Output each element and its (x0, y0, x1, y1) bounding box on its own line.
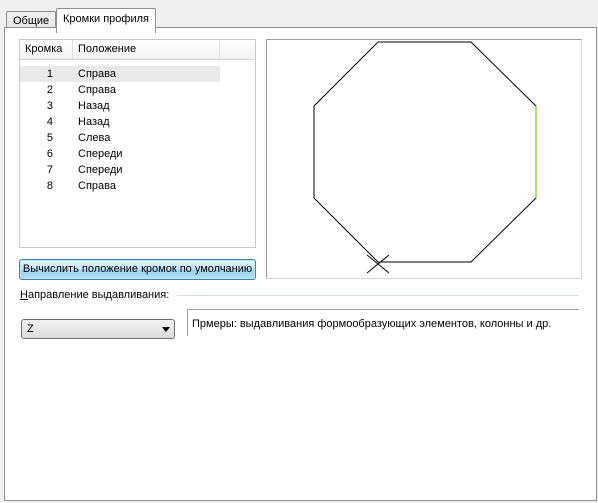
edge-position: Справа (78, 68, 116, 80)
table-row[interactable]: 2 Справа (20, 82, 255, 98)
table-row[interactable]: 8 Справа (20, 178, 255, 194)
column-header-position[interactable]: Положение (73, 40, 220, 60)
table-row[interactable]: 6 Спереди (20, 146, 255, 162)
tab-profile-edges[interactable]: Кромки профиля (56, 8, 156, 33)
edge-index: 1 (46, 68, 53, 80)
edges-list-header: Кромка Положение (20, 40, 255, 60)
edge-index: 2 (46, 84, 53, 96)
edge-position: Справа (78, 180, 116, 192)
table-row[interactable]: 7 Спереди (20, 162, 255, 178)
edge-index: 7 (46, 164, 53, 176)
table-row[interactable]: 1 Справа (20, 66, 220, 82)
edge-position: Назад (78, 116, 110, 128)
extrusion-direction-select[interactable]: Z (21, 319, 175, 339)
table-row[interactable]: 3 Назад (20, 98, 255, 114)
edge-index: 6 (46, 148, 53, 160)
group-separator (177, 295, 579, 296)
edge-position: Слева (78, 132, 111, 144)
edge-position: Назад (78, 100, 110, 112)
extrusion-direction-value: Z (27, 323, 34, 335)
chevron-down-icon (162, 327, 170, 332)
extrusion-hint-text: Прмеры: выдавливания формообразующих эле… (192, 318, 552, 330)
tab-panel: Кромка Положение 1 Справа 2 Справа 3 Назад 4 На… (4, 27, 597, 501)
edge-position: Справа (78, 84, 116, 96)
column-header-edge[interactable]: Кромка (20, 40, 73, 60)
edges-list[interactable]: Кромка Положение 1 Справа 2 Справа 3 Назад 4 На… (19, 39, 256, 248)
profile-outline (313, 41, 537, 263)
edges-list-rows: 1 Справа 2 Справа 3 Назад 4 Назад 5 Слева 6 Спереди… (20, 66, 255, 194)
compute-default-edges-button[interactable]: Вычислить положение кромок по умолчанию (19, 259, 256, 280)
tab-strip: Общие Кромки профиля (3, 6, 595, 33)
extrusion-hint-box: Прмеры: выдавливания формообразующих эле… (187, 309, 579, 336)
table-row[interactable]: 5 Слева (20, 130, 255, 146)
edge-index: 8 (46, 180, 53, 192)
edge-position: Спереди (78, 164, 123, 176)
column-header-empty (220, 40, 255, 60)
edge-index: 4 (46, 116, 53, 128)
edge-index: 5 (46, 132, 53, 144)
table-row[interactable]: 4 Назад (20, 114, 255, 130)
extrusion-direction-label: Направление выдавливания: (20, 289, 174, 301)
profile-preview (266, 39, 582, 279)
edge-index: 3 (46, 100, 53, 112)
octagon-profile-drawing (313, 41, 537, 274)
edge-position: Спереди (78, 148, 123, 160)
